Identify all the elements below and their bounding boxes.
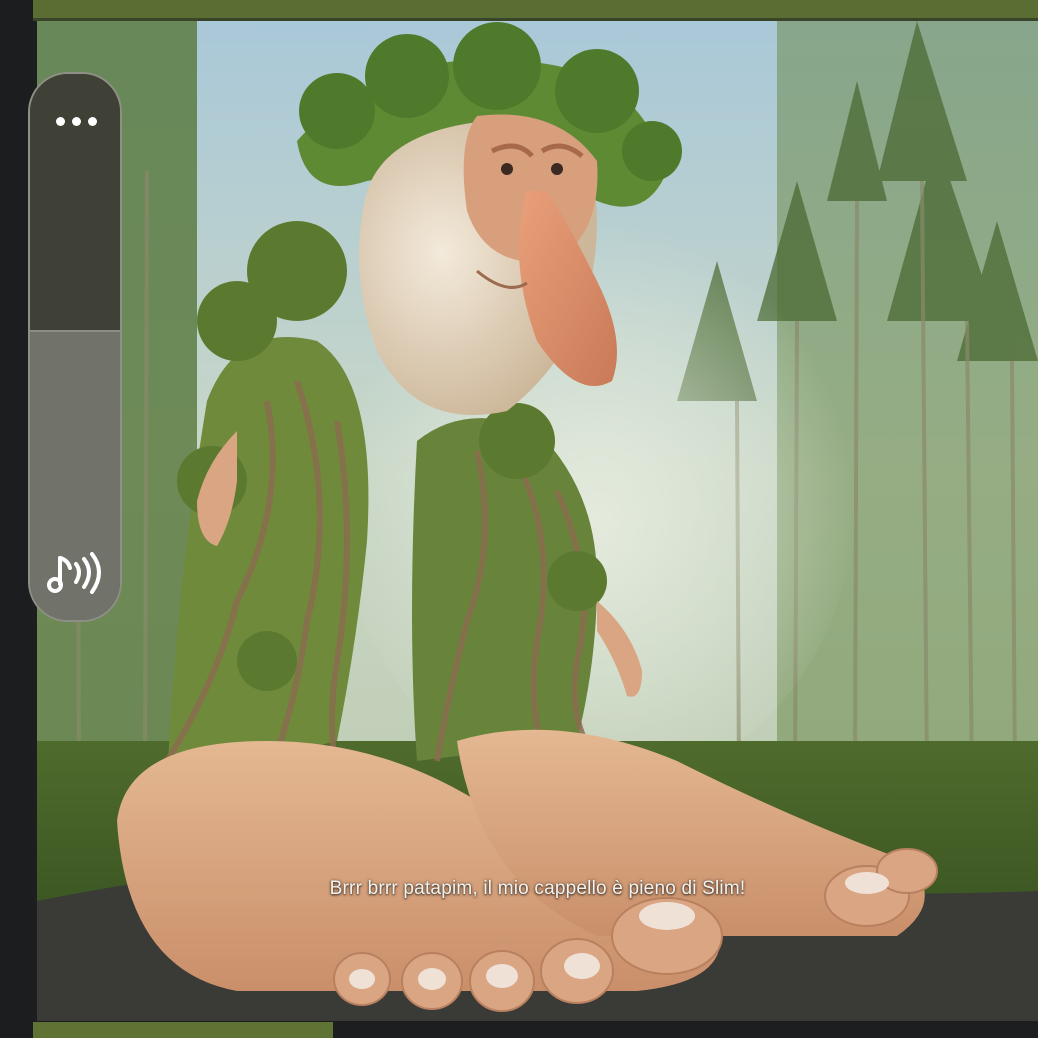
more-horizontal-icon: [55, 116, 65, 126]
bottom-progress-bar[interactable]: [33, 1022, 333, 1038]
app-window: Brrr brrr patapim, il mio cappello è pie…: [0, 0, 1038, 1038]
volume-slider[interactable]: [28, 72, 122, 622]
bottom-progress-track: [333, 1022, 1038, 1038]
more-horizontal-icon: [71, 116, 81, 126]
sound-toggle-button[interactable]: [44, 548, 108, 600]
video-player[interactable]: [37, 21, 1038, 1021]
video-frame-illustration: [37, 21, 1038, 1021]
volume-handle[interactable]: [30, 330, 120, 332]
top-bar: [33, 0, 1038, 20]
music-note-volume-icon: [47, 552, 101, 594]
more-options-button[interactable]: [48, 108, 104, 134]
more-horizontal-icon: [87, 116, 97, 126]
video-subtitle: Brrr brrr patapim, il mio cappello è pie…: [329, 878, 746, 899]
